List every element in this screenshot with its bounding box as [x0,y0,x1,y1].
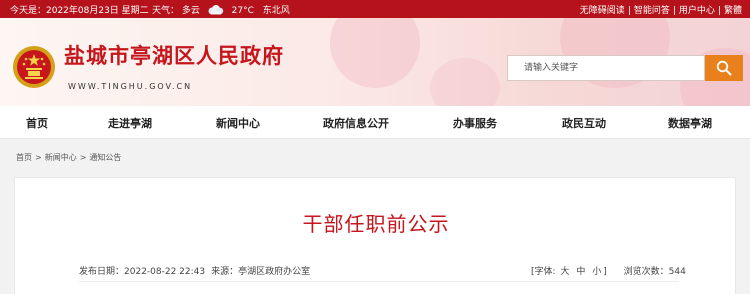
separator: | [717,6,721,16]
nav-item-news[interactable]: 新闻中心 [216,115,260,131]
breadcrumb-news[interactable]: 新闻中心 [45,153,77,162]
font-size-label: [字体: [531,267,556,277]
site-url: WWW.TINGHU.GOV.CN [68,82,193,91]
cloud-icon [208,5,223,15]
search-input[interactable] [507,55,705,81]
weather-wind: 东北风 [262,6,290,16]
article-meta: 发布日期：2022-08-22 22:43 来源：亭湖区政府办公室 [79,264,310,277]
decorative-blossom [330,18,420,88]
font-size-medium[interactable]: 中 [576,267,585,277]
views-count: 544 [668,267,686,277]
publish-label: 发布日期： [79,267,125,277]
main-nav: 首页 走进亭湖 新闻中心 政府信息公开 办事服务 政民互动 数据亭湖 [0,106,750,139]
site-header: 盐城市亭湖区人民政府 WWW.TINGHU.GOV.CN [0,18,750,106]
weather-label: 天气： [152,6,180,16]
publish-time: 2022-08-22 22:43 [124,267,206,277]
top-links: 无障碍阅读 | 智能问答 | 用户中心 | 繁體 [580,3,742,16]
nav-item-about-tinghu[interactable]: 走进亭湖 [108,115,152,131]
separator: | [627,6,631,16]
search-icon [716,60,732,76]
divider [79,281,679,282]
views-label: 浏览次数： [623,267,669,277]
top-info-bar: 今天是：2022年08月23日 星期二 天气： 多云 27°C 东北风 无障碍阅… [0,0,750,18]
traditional-chinese-link[interactable]: 繁體 [724,6,742,16]
decorative-blossom [430,58,500,106]
source-value: 亭湖区政府办公室 [238,267,311,277]
source-label: 来源： [211,267,239,277]
font-size-large[interactable]: 大 [560,267,569,277]
current-date: 今天是：2022年08月23日 星期二 [10,6,149,16]
breadcrumb-separator: > [35,153,42,162]
font-size-small[interactable]: 小 [592,267,601,277]
nav-item-home[interactable]: 首页 [26,115,48,131]
site-title[interactable]: 盐城市亭湖区人民政府 [64,40,284,70]
nav-item-gov-info[interactable]: 政府信息公开 [323,115,389,131]
user-center-link[interactable]: 用户中心 [679,6,715,16]
breadcrumb-separator: > [79,153,87,162]
weather-temperature: 27°C [231,6,254,16]
national-emblem-icon [13,46,55,88]
search-bar [507,55,743,81]
smart-qa-link[interactable]: 智能问答 [634,6,670,16]
weather-widget: 天气： 多云 27°C 东北风 [152,3,290,16]
nav-item-services[interactable]: 办事服务 [453,115,497,131]
search-button[interactable] [705,55,743,81]
breadcrumb-notices[interactable]: 通知公告 [89,153,121,162]
article-card: 干部任职前公示 发布日期：2022-08-22 22:43 来源：亭湖区政府办公室… [14,177,736,294]
breadcrumb-home[interactable]: 首页 [16,153,32,162]
nav-item-data[interactable]: 数据亭湖 [668,115,712,131]
breadcrumb: 首页 > 新闻中心 > 通知公告 [16,152,121,163]
font-size-close: ] [603,267,607,277]
article-title: 干部任职前公示 [302,212,450,236]
nav-item-interaction[interactable]: 政民互动 [562,115,606,131]
article-tools: [字体: 大 中 小] 浏览次数：544 [531,264,686,277]
separator: | [672,6,676,16]
accessibility-link[interactable]: 无障碍阅读 [580,6,625,16]
weather-condition: 多云 [181,6,200,16]
